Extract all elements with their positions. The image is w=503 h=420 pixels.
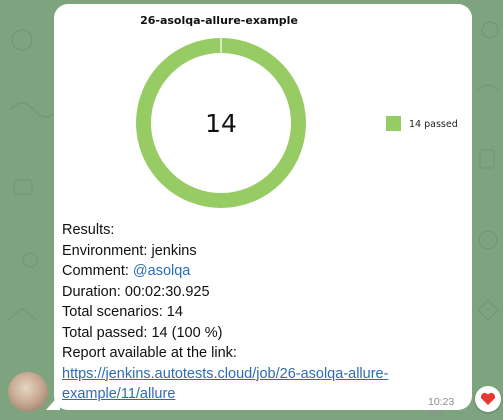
heart-icon	[480, 392, 496, 405]
total-passed-label: Total passed:	[62, 324, 148, 341]
duration-line: Duration: 00:02:30.925	[62, 282, 388, 303]
total-passed-value: 14 (100 %)	[151, 324, 223, 341]
environment-line: Environment: jenkins	[62, 241, 388, 262]
sender-avatar[interactable]	[8, 372, 48, 412]
legend-swatch-passed	[386, 116, 401, 131]
legend-label-passed: 14 passed	[409, 119, 458, 130]
results-label: Results:	[62, 222, 115, 238]
comment-mention-link[interactable]: @asolqa	[133, 263, 190, 279]
report-link-line-1[interactable]: https://jenkins.autotests.cloud/job/26-a…	[62, 366, 388, 382]
total-passed-line: Total passed: 14 (100 %)	[62, 323, 388, 344]
report-link-line-2[interactable]: example/11/allure	[62, 386, 175, 402]
message-text: Results: Environment: jenkins Comment: @…	[62, 220, 388, 405]
duration-label: Duration:	[62, 283, 121, 300]
environment-label: Environment:	[62, 242, 148, 259]
total-scenarios-label: Total scenarios:	[62, 304, 163, 320]
comment-line: Comment: @asolqa	[62, 261, 388, 282]
report-link[interactable]: https://jenkins.autotests.cloud/job/26-a…	[62, 364, 388, 405]
comment-label: Comment:	[62, 263, 129, 279]
total-scenarios-value: 14	[166, 304, 183, 320]
duration-value: 00:02:30.925	[124, 283, 210, 300]
reaction-heart-button[interactable]	[475, 386, 501, 412]
report-label: Report available at the link:	[62, 345, 237, 361]
environment-value: jenkins	[151, 242, 197, 259]
message-time: 10:23 PM	[428, 396, 455, 420]
donut-center-label: 14	[205, 109, 237, 138]
message-bubble: 26-asolqa-allure-example 14 14 passed Res…	[54, 4, 472, 420]
total-scenarios-line: Total scenarios: 14	[62, 302, 388, 323]
allure-donut-chart: 14 14 passed	[136, 38, 458, 208]
